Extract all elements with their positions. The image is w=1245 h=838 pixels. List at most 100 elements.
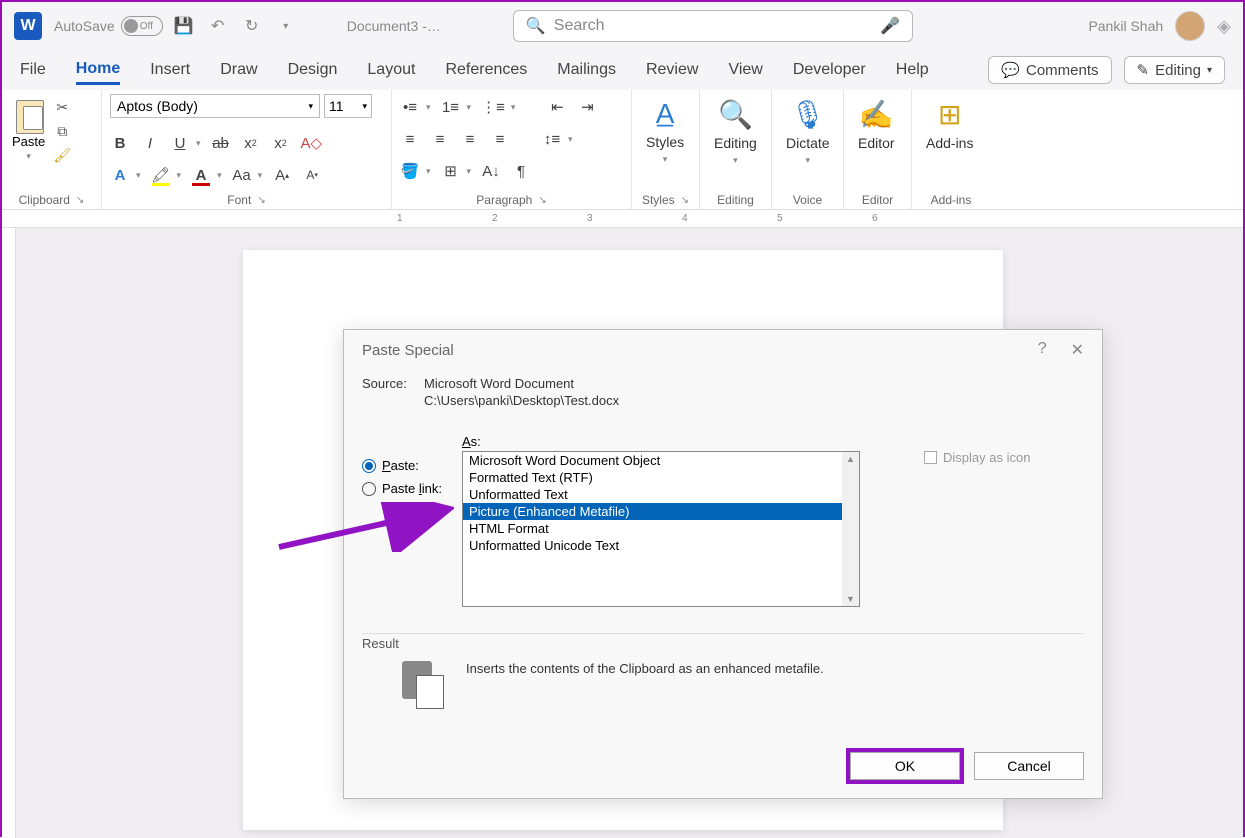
- vertical-ruler[interactable]: [2, 228, 16, 838]
- borders-icon[interactable]: ⊞: [441, 160, 461, 182]
- subscript-button[interactable]: x2: [241, 132, 261, 154]
- list-item-selected[interactable]: Picture (Enhanced Metafile): [463, 503, 859, 520]
- addins-label: Add-ins: [926, 135, 973, 151]
- display-as-icon-checkbox[interactable]: Display as icon: [924, 450, 1084, 465]
- tab-file[interactable]: File: [20, 57, 46, 83]
- grow-font-icon[interactable]: A▴: [272, 164, 292, 186]
- horizontal-ruler[interactable]: 1 2 3 4 5 6: [2, 210, 1243, 228]
- chevron-down-icon: ▾: [362, 101, 367, 112]
- search-icon: 🔍: [526, 16, 546, 36]
- increase-indent-icon[interactable]: ⇥: [577, 96, 597, 118]
- tab-insert[interactable]: Insert: [150, 57, 190, 83]
- tab-developer[interactable]: Developer: [793, 57, 866, 83]
- styles-dialog-launcher-icon[interactable]: ↘: [681, 195, 689, 206]
- shading-icon[interactable]: 🪣: [400, 160, 420, 182]
- paste-icon: [13, 96, 45, 132]
- styles-button[interactable]: A̲Styles▾: [640, 94, 690, 169]
- editor-button[interactable]: ✍Editor: [852, 94, 901, 155]
- scroll-down-icon[interactable]: ▼: [846, 594, 855, 604]
- addins-button[interactable]: ⊞ Add-ins: [920, 94, 979, 155]
- sort-icon[interactable]: A↓: [481, 160, 501, 182]
- comments-button[interactable]: 💬 Comments: [988, 56, 1111, 84]
- tab-references[interactable]: References: [445, 57, 527, 83]
- ruler-mark: 4: [682, 213, 688, 224]
- format-painter-icon[interactable]: 🖌: [53, 146, 71, 164]
- multilevel-list-icon[interactable]: ⋮≡: [481, 96, 505, 118]
- cancel-label: Cancel: [1007, 758, 1051, 774]
- text-effects-icon[interactable]: A: [110, 164, 130, 186]
- dialog-titlebar[interactable]: Paste Special ? ✕: [344, 330, 1102, 370]
- clear-formatting-icon[interactable]: A◇: [301, 132, 323, 154]
- highlight-icon[interactable]: 🖍: [151, 164, 171, 186]
- ribbon-tabs: File Home Insert Draw Design Layout Refe…: [2, 50, 1243, 90]
- diamond-icon[interactable]: ◈: [1217, 16, 1231, 37]
- toggle-switch[interactable]: Off: [121, 16, 163, 36]
- line-spacing-icon[interactable]: ↕≡: [542, 128, 562, 150]
- list-item[interactable]: HTML Format: [463, 520, 859, 537]
- quick-access-toolbar: 💾 ↶ ↻ ▾: [175, 17, 295, 35]
- display-as-icon-label: Display as icon: [943, 450, 1030, 465]
- list-item[interactable]: Microsoft Word Document Object: [463, 452, 859, 469]
- cut-icon[interactable]: ✂: [53, 98, 71, 116]
- align-left-icon[interactable]: ≡: [400, 128, 420, 150]
- microphone-icon[interactable]: 🎤: [880, 16, 900, 36]
- format-listbox[interactable]: Microsoft Word Document Object Formatted…: [462, 451, 860, 607]
- numbering-icon[interactable]: 1≡: [441, 96, 461, 118]
- editing-mode-button[interactable]: ✎ Editing ▾: [1124, 56, 1225, 84]
- editing-button[interactable]: 🔍Editing▾: [708, 94, 763, 170]
- tab-help[interactable]: Help: [896, 57, 929, 83]
- search-box[interactable]: 🔍 Search 🎤: [513, 10, 913, 42]
- tab-mailings[interactable]: Mailings: [557, 57, 616, 83]
- list-item[interactable]: Unformatted Text: [463, 486, 859, 503]
- bullets-icon[interactable]: •≡: [400, 96, 420, 118]
- autosave-toggle[interactable]: AutoSave Off: [54, 16, 163, 36]
- paragraph-dialog-launcher-icon[interactable]: ↘: [538, 195, 546, 206]
- redo-icon[interactable]: ↻: [243, 17, 261, 35]
- paste-radio[interactable]: Paste:: [362, 458, 452, 473]
- clipboard-dialog-launcher-icon[interactable]: ↘: [76, 195, 84, 206]
- save-icon[interactable]: 💾: [175, 17, 193, 35]
- paste-link-radio[interactable]: Paste link:: [362, 481, 452, 496]
- tab-design[interactable]: Design: [288, 57, 338, 83]
- align-center-icon[interactable]: ≡: [430, 128, 450, 150]
- copy-icon[interactable]: ⧉: [53, 122, 71, 140]
- change-case-button[interactable]: Aa: [232, 164, 252, 186]
- decrease-indent-icon[interactable]: ⇤: [547, 96, 567, 118]
- font-name-combo[interactable]: Aptos (Body)▾: [110, 94, 320, 118]
- qat-dropdown-icon[interactable]: ▾: [277, 17, 295, 35]
- shrink-font-icon[interactable]: A▾: [302, 164, 322, 186]
- close-icon[interactable]: ✕: [1071, 340, 1084, 360]
- superscript-button[interactable]: x2: [271, 132, 291, 154]
- help-icon[interactable]: ?: [1038, 340, 1047, 360]
- italic-button[interactable]: I: [140, 132, 160, 154]
- tab-review[interactable]: Review: [646, 57, 698, 83]
- ribbon: Paste ▾ ✂ ⧉ 🖌 Clipboard↘ Aptos (Body)▾ 1…: [2, 90, 1243, 210]
- tab-home[interactable]: Home: [76, 56, 120, 85]
- bold-button[interactable]: B: [110, 132, 130, 154]
- user-name[interactable]: Pankil Shah: [1088, 18, 1163, 34]
- tab-layout[interactable]: Layout: [367, 57, 415, 83]
- listbox-scrollbar[interactable]: ▲▼: [842, 452, 859, 606]
- list-item[interactable]: Unformatted Unicode Text: [463, 537, 859, 554]
- show-marks-icon[interactable]: ¶: [511, 160, 531, 182]
- cancel-button[interactable]: Cancel: [974, 752, 1084, 780]
- font-color-icon[interactable]: A: [191, 164, 211, 186]
- list-item[interactable]: Formatted Text (RTF): [463, 469, 859, 486]
- addins-icon: ⊞: [938, 98, 961, 131]
- strikethrough-button[interactable]: ab: [211, 132, 231, 154]
- font-dialog-launcher-icon[interactable]: ↘: [257, 195, 265, 206]
- tab-view[interactable]: View: [728, 57, 762, 83]
- tab-draw[interactable]: Draw: [220, 57, 257, 83]
- undo-icon[interactable]: ↶: [209, 17, 227, 35]
- document-title[interactable]: Document3 -…: [347, 18, 441, 34]
- align-right-icon[interactable]: ≡: [460, 128, 480, 150]
- editor-label: Editor: [858, 135, 895, 151]
- justify-icon[interactable]: ≡: [490, 128, 510, 150]
- dictate-button[interactable]: 🎙Dictate▾: [780, 94, 836, 170]
- scroll-up-icon[interactable]: ▲: [846, 454, 855, 464]
- ok-button[interactable]: OK: [850, 752, 960, 780]
- paste-button[interactable]: Paste ▾: [10, 94, 47, 164]
- avatar[interactable]: [1175, 11, 1205, 41]
- underline-button[interactable]: U: [170, 132, 190, 154]
- font-size-combo[interactable]: 11▾: [324, 94, 372, 118]
